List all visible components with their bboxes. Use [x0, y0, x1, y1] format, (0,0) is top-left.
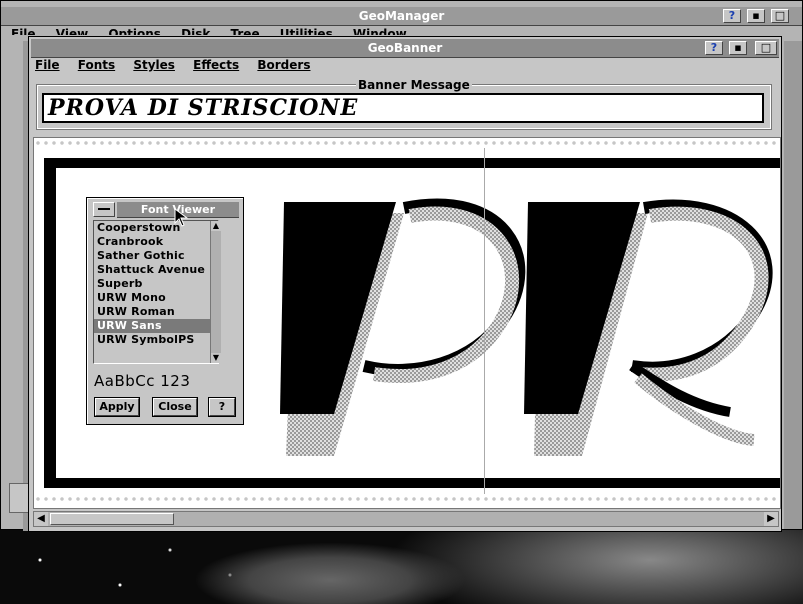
system-menu-button[interactable]	[93, 202, 115, 217]
font-list-item[interactable]: Sather Gothic	[94, 249, 218, 263]
menu-file[interactable]: File	[11, 27, 36, 35]
font-list-item[interactable]: Superb	[94, 277, 218, 291]
font-list-item[interactable]: Shattuck Avenue	[94, 263, 218, 277]
geobanner-menu-bar: File Fonts Styles Effects Borders	[35, 58, 324, 74]
font-list-item[interactable]: URW Mono	[94, 291, 218, 305]
maximize-button[interactable]: □	[755, 41, 777, 55]
menu-view[interactable]: View	[56, 27, 88, 35]
scroll-up-arrow-icon[interactable]: ▲	[211, 221, 221, 231]
font-list-item-selected[interactable]: URW Sans	[94, 319, 218, 333]
menu-effects[interactable]: Effects	[193, 58, 239, 72]
scroll-thumb[interactable]	[50, 513, 174, 525]
menu-styles[interactable]: Styles	[133, 58, 175, 72]
font-list-item[interactable]: Cranbrook	[94, 235, 218, 249]
banner-message-input[interactable]: PROVA DI STRISCIONE	[42, 93, 764, 123]
geomanager-title-bar: GeoManager	[1, 7, 802, 26]
font-list-item[interactable]: URW SymbolPS	[94, 333, 218, 347]
help-button[interactable]: ?	[208, 397, 236, 417]
menu-window[interactable]: Window	[353, 27, 407, 35]
page-divider	[484, 148, 485, 498]
close-button[interactable]: Close	[152, 397, 198, 417]
menu-options[interactable]: Options	[108, 27, 161, 35]
window-title: GeoManager	[358, 9, 445, 23]
scroll-left-arrow-icon[interactable]: ◀	[34, 512, 48, 526]
menu-utilities[interactable]: Utilities	[280, 27, 333, 35]
apply-button[interactable]: Apply	[94, 397, 140, 417]
banner-message-label: Banner Message	[356, 78, 472, 92]
letter-r-stem	[524, 202, 640, 414]
help-button[interactable]: ?	[705, 41, 723, 55]
mouse-pointer-icon	[174, 208, 189, 227]
minimize-button[interactable]: ▪	[747, 9, 765, 23]
font-list-item[interactable]: URW Roman	[94, 305, 218, 319]
minimize-button[interactable]: ▪	[729, 41, 747, 55]
banner-message-group: Banner Message PROVA DI STRISCIONE	[36, 78, 772, 130]
horizontal-scrollbar[interactable]: ◀ ▶	[33, 511, 779, 527]
font-viewer-dialog: Font Viewer Cooperstown Cranbrook Sather…	[86, 197, 244, 425]
scroll-right-arrow-icon[interactable]: ▶	[764, 512, 778, 526]
scroll-down-arrow-icon[interactable]: ▼	[211, 353, 221, 363]
menu-tree[interactable]: Tree	[231, 27, 260, 35]
font-list[interactable]: Cooperstown Cranbrook Sather Gothic Shat…	[93, 220, 221, 364]
menu-fonts[interactable]: Fonts	[78, 58, 115, 72]
help-button[interactable]: ?	[723, 9, 741, 23]
menu-file[interactable]: File	[35, 58, 60, 72]
window-title: GeoBanner	[367, 41, 443, 55]
letter-p-stem	[280, 202, 396, 414]
menu-disk[interactable]: Disk	[181, 27, 210, 35]
font-list-scrollbar[interactable]: ▲ ▼	[210, 221, 221, 363]
geomanager-menu-bar: File View Options Disk Tree Utilities Wi…	[11, 27, 423, 35]
menu-borders[interactable]: Borders	[257, 58, 310, 72]
preview-dotted-border-bottom	[34, 494, 780, 504]
font-list-item[interactable]: Cooperstown	[94, 221, 218, 235]
font-sample-text: AaBbCc 123	[94, 372, 191, 390]
desktop-background	[0, 530, 803, 604]
maximize-button[interactable]: □	[771, 9, 789, 23]
geobanner-title-bar: GeoBanner	[31, 39, 779, 58]
geomanager-panel-edge-right	[784, 41, 802, 529]
